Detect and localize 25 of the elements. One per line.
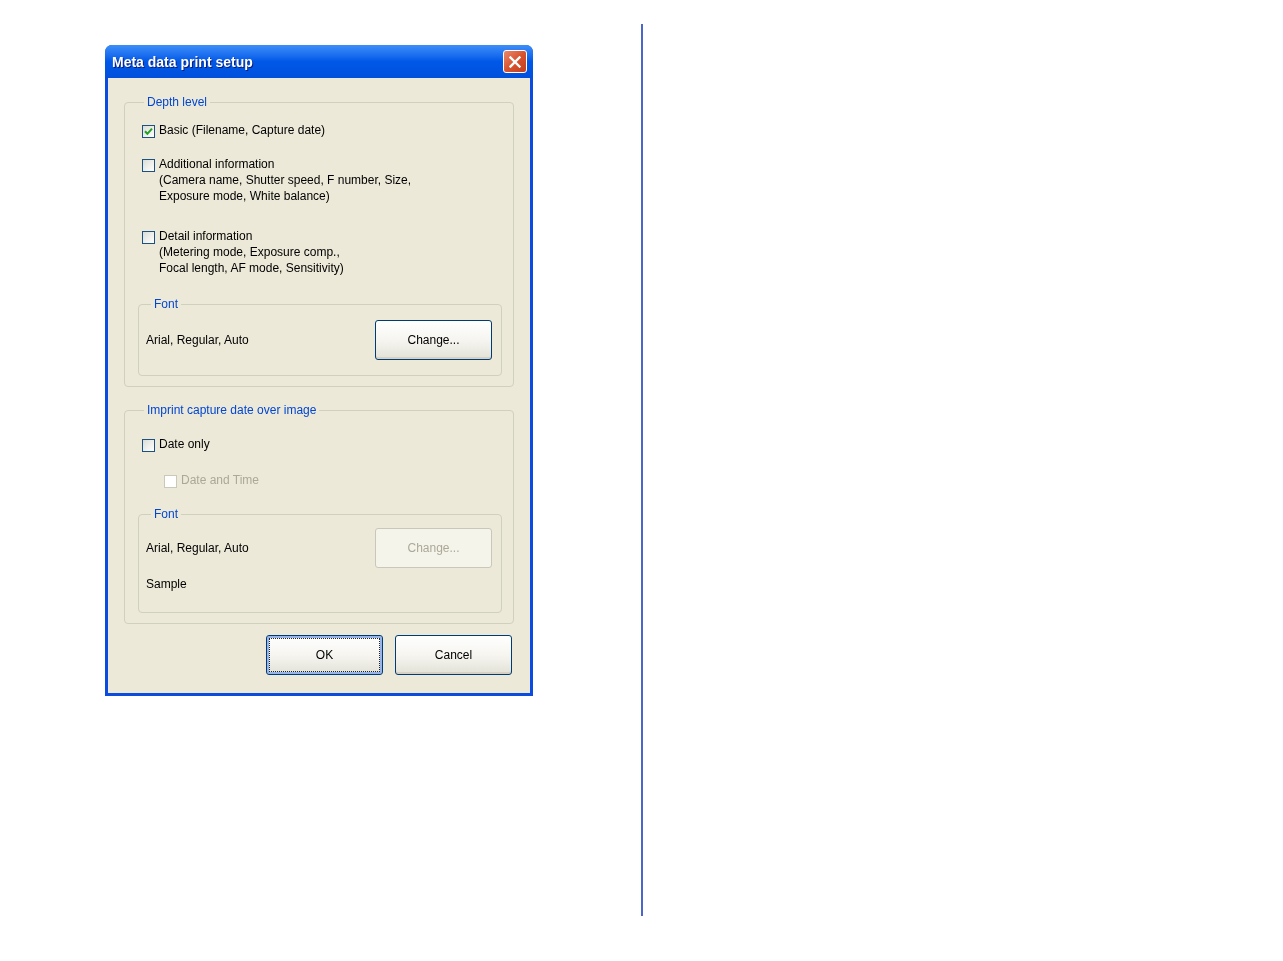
checkbox-label: Detail information: [159, 228, 254, 244]
font-description: Arial, Regular, Auto: [146, 540, 249, 556]
group-label: Font: [153, 296, 179, 312]
change-font-button[interactable]: Change...: [375, 320, 492, 360]
close-button[interactable]: [503, 50, 527, 73]
checkbox-label: Date only: [159, 436, 210, 452]
font-sample: Sample: [146, 576, 187, 592]
checkbox-label: Date and Time: [181, 472, 260, 488]
checkbox[interactable]: [142, 231, 155, 244]
window-title: Meta data print setup: [112, 53, 253, 70]
cancel-button[interactable]: Cancel: [395, 635, 512, 675]
font-description: Arial, Regular, Auto: [146, 332, 249, 348]
checkbox[interactable]: [142, 439, 155, 452]
checkbox-label: Additional information: [159, 156, 276, 172]
group-label: Depth level: [146, 94, 209, 110]
checkbox-label: Basic (Filename, Capture date): [159, 122, 326, 138]
option-description: (Metering mode, Exposure comp., Focal length, AF mode, Sensitivity): [159, 244, 344, 276]
checkbox[interactable]: [142, 125, 155, 138]
checkmark-icon: [144, 127, 153, 136]
group-label: Imprint capture date over image: [146, 402, 318, 418]
close-icon: [509, 55, 521, 68]
group-label: Font: [153, 506, 179, 522]
ok-button[interactable]: OK: [266, 635, 383, 675]
option-description: (Camera name, Shutter speed, F number, Size, Exposure mode, White balance): [159, 172, 412, 204]
checkbox[interactable]: [142, 159, 155, 172]
